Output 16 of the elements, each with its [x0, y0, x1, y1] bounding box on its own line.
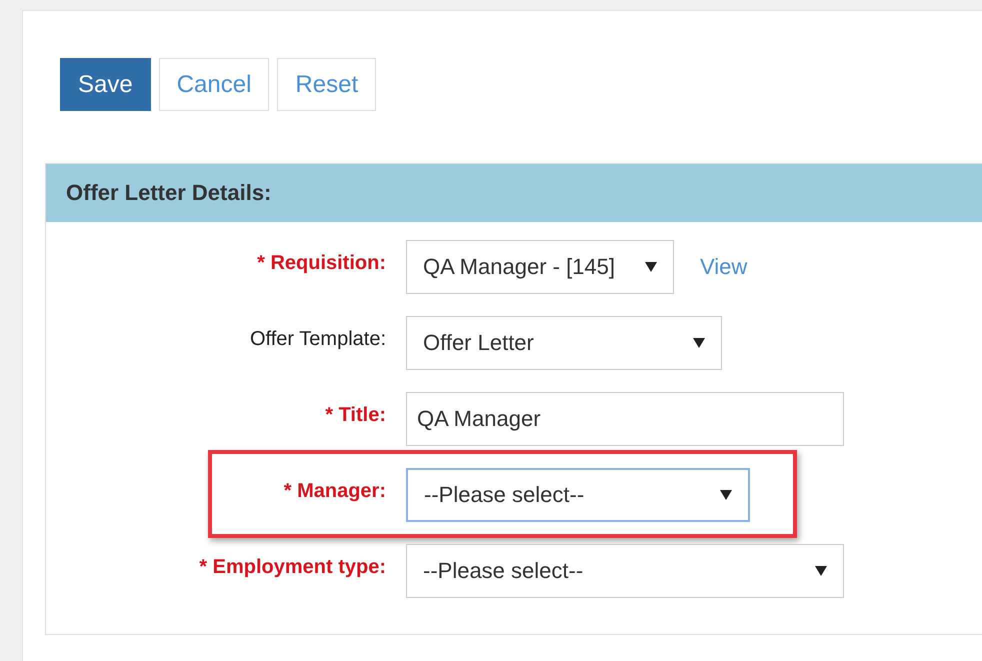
- section-title: Offer Letter Details:: [46, 164, 982, 222]
- select-field[interactable]: --Please select--: [406, 468, 750, 522]
- input-field[interactable]: QA Manager: [406, 392, 844, 446]
- caret-icon: [693, 338, 705, 348]
- save-button[interactable]: Save: [60, 58, 151, 111]
- select-field[interactable]: Offer Letter: [406, 316, 722, 370]
- field-label: Offer Template:: [250, 328, 386, 351]
- caret-icon: [720, 490, 732, 500]
- caret-icon: [645, 262, 657, 272]
- select-field[interactable]: QA Manager - [145]: [406, 240, 674, 294]
- field-label: * Title:: [325, 404, 386, 427]
- caret-icon: [815, 566, 827, 576]
- field-label: * Employment type:: [199, 556, 386, 579]
- field-label: * Requisition:: [257, 252, 386, 275]
- field-label: * Manager:: [284, 480, 386, 503]
- select-field[interactable]: --Please select--: [406, 544, 844, 598]
